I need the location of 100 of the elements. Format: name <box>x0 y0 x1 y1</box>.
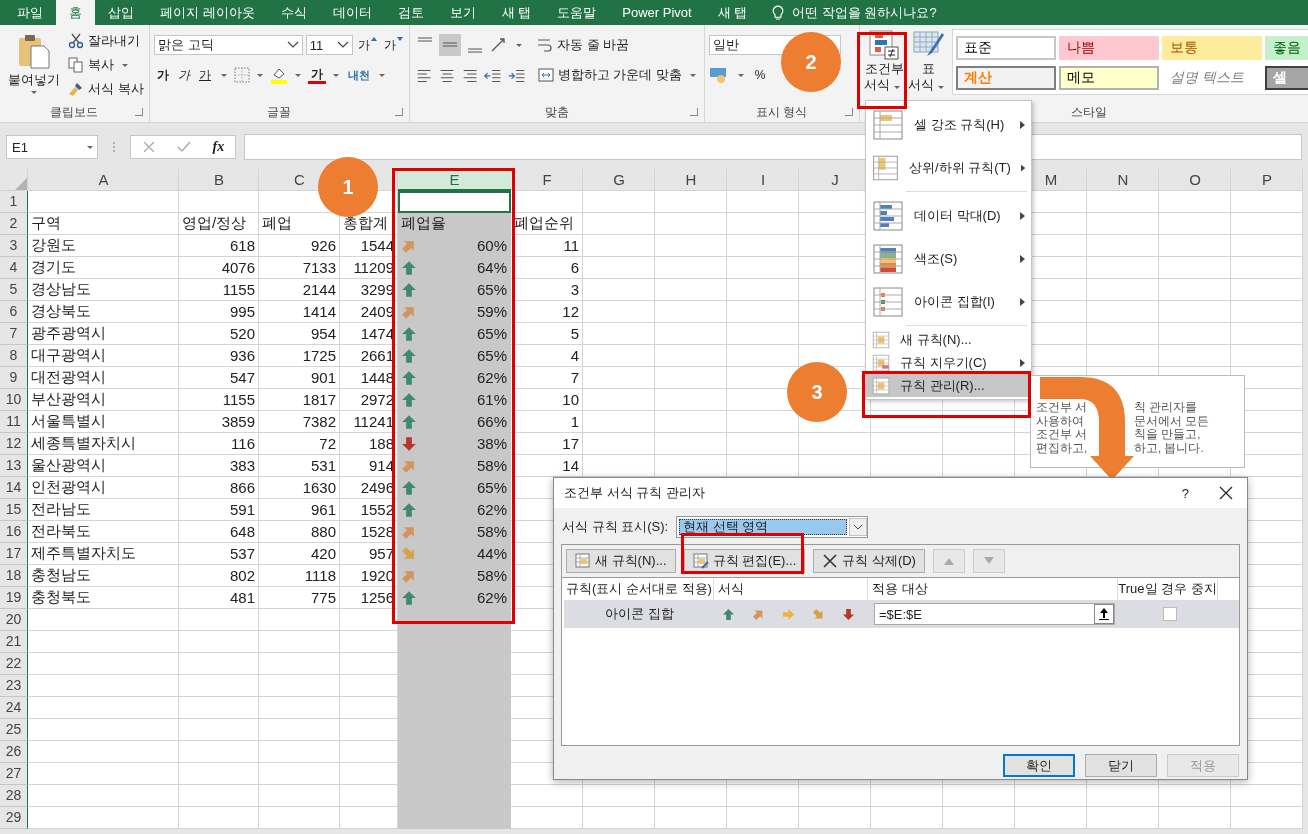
row-header[interactable]: 28 <box>0 785 28 807</box>
fill-color-icon[interactable] <box>270 66 288 84</box>
ribbon-tab[interactable]: 홈 <box>56 0 95 25</box>
row-header[interactable]: 26 <box>0 741 28 763</box>
row-header[interactable]: 13 <box>0 455 28 477</box>
row-header[interactable]: 16 <box>0 521 28 543</box>
menu-item[interactable]: 규칙 지우기(C) <box>866 351 1031 374</box>
toolbar-button[interactable]: 새 규칙(N)... <box>566 549 676 573</box>
dialog-button[interactable]: 닫기 <box>1085 754 1157 777</box>
font-name-dropdown[interactable]: 맑은 고딕 <box>154 35 303 55</box>
help-button[interactable]: ? <box>1181 485 1189 501</box>
menu-item[interactable]: 색조(S) <box>866 237 1031 280</box>
border-icon[interactable] <box>234 67 250 83</box>
column-header[interactable]: F <box>542 171 552 188</box>
ribbon-tab[interactable]: 파일 <box>4 0 56 25</box>
phonetic-button[interactable]: 내천 <box>346 65 372 85</box>
selected-cell[interactable] <box>398 807 511 829</box>
row-header[interactable]: 17 <box>0 543 28 565</box>
tell-me-search[interactable]: 어떤 작업을 원하시나요? <box>792 3 937 22</box>
cell-style-item[interactable]: 좋음 <box>1265 36 1308 60</box>
rule-row[interactable]: 아이콘 집합 =$E:$E <box>564 600 1239 628</box>
dialog-launcher-icon[interactable] <box>395 108 403 116</box>
row-header[interactable]: 10 <box>0 389 28 411</box>
paste-button[interactable]: 붙여넣기 <box>4 29 64 102</box>
column-header[interactable]: A <box>98 171 109 188</box>
checkbox[interactable] <box>1162 607 1177 621</box>
row-header[interactable]: 18 <box>0 565 28 587</box>
close-icon[interactable] <box>1219 486 1233 500</box>
dialog-button[interactable]: 확인 <box>1003 754 1075 777</box>
column-header[interactable]: H <box>685 171 697 188</box>
row-header[interactable]: 12 <box>0 433 28 455</box>
column-header[interactable]: N <box>1117 171 1129 188</box>
row-header[interactable]: 14 <box>0 477 28 499</box>
menu-item[interactable]: 상위/하위 규칙(T) <box>866 146 1031 189</box>
row-header[interactable]: 25 <box>0 719 28 741</box>
insert-function-button[interactable]: fx <box>212 139 225 155</box>
cut-button[interactable]: 잘라내기 <box>68 31 144 51</box>
dialog-launcher-icon[interactable] <box>135 108 143 116</box>
row-header[interactable]: 5 <box>0 279 28 301</box>
cell-style-item[interactable]: 보통 <box>1162 36 1262 60</box>
menu-item[interactable]: 셀 강조 규칙(H) <box>866 103 1031 146</box>
row-header[interactable]: 20 <box>0 609 28 631</box>
ribbon-tab[interactable]: 새 탭 <box>488 0 545 25</box>
row-header[interactable]: 21 <box>0 631 28 653</box>
checkmark-icon[interactable] <box>177 140 192 154</box>
name-box[interactable]: E1 <box>6 135 98 159</box>
active-cell[interactable] <box>398 191 511 213</box>
conditional-formatting-button[interactable]: 조건부 서식 <box>864 29 904 102</box>
ribbon-tab[interactable]: 삽입 <box>95 0 147 25</box>
row-header[interactable]: 7 <box>0 323 28 345</box>
ribbon-tab[interactable]: 수식 <box>267 0 320 25</box>
row-header[interactable]: 6 <box>0 301 28 323</box>
grow-font-button[interactable]: 가 <box>356 35 380 55</box>
column-header[interactable]: G <box>613 171 625 188</box>
cancel-icon[interactable] <box>141 140 156 154</box>
row-header[interactable]: 22 <box>0 653 28 675</box>
italic-button[interactable]: 가 <box>175 65 193 85</box>
column-header[interactable]: O <box>1189 171 1201 188</box>
column-header[interactable]: I <box>760 171 766 188</box>
cell-style-item[interactable]: 나쁨 <box>1059 36 1159 60</box>
show-rules-dropdown[interactable]: 현재 선택 영역 <box>676 516 869 538</box>
row-header[interactable]: 11 <box>0 411 28 433</box>
underline-button[interactable]: 가 <box>196 65 214 85</box>
wrap-text-button[interactable]: 자동 줄 바꿈 <box>537 36 630 54</box>
row-header[interactable]: 15 <box>0 499 28 521</box>
column-header[interactable]: J <box>831 171 839 188</box>
ribbon-tab[interactable]: 도움말 <box>544 0 610 25</box>
row-header[interactable]: 29 <box>0 807 28 829</box>
font-size-dropdown[interactable]: 11 <box>305 35 354 55</box>
menu-item[interactable]: 아이콘 집합(I) <box>866 280 1031 323</box>
cell-style-item[interactable]: 표준 <box>956 36 1056 60</box>
menu-item[interactable]: 데이터 막대(D) <box>866 194 1031 237</box>
dialog-launcher-icon[interactable] <box>690 108 698 116</box>
applies-to-field[interactable]: =$E:$E <box>874 603 1115 625</box>
ribbon-tab[interactable]: 보기 <box>436 0 489 25</box>
cell-style-item[interactable]: 메모 <box>1059 66 1159 90</box>
copy-button[interactable]: 복사 <box>68 55 144 75</box>
ribbon-tab[interactable]: Power Pivot <box>609 0 705 25</box>
vertical-align-icon[interactable] <box>439 34 461 56</box>
toolbar-button[interactable]: 규칙 삭제(D) <box>813 549 925 573</box>
row-header[interactable]: 19 <box>0 587 28 609</box>
row-header[interactable]: 4 <box>0 257 28 279</box>
bold-button[interactable]: 가 <box>154 65 172 85</box>
column-header[interactable]: M <box>1044 171 1058 188</box>
row-header[interactable]: 27 <box>0 763 28 785</box>
format-painter-button[interactable]: 서식 복사 <box>68 79 144 99</box>
collapse-dialog-icon[interactable] <box>1094 604 1114 624</box>
ribbon-tab[interactable]: 데이터 <box>319 0 385 25</box>
shrink-font-button[interactable]: 가 <box>382 35 405 55</box>
font-color-button[interactable]: 가 <box>308 66 326 84</box>
row-header[interactable]: 24 <box>0 697 28 719</box>
menu-item[interactable]: 새 규칙(N)... <box>866 328 1031 351</box>
column-header[interactable]: P <box>1262 171 1272 188</box>
column-header[interactable]: B <box>214 171 224 188</box>
row-header[interactable]: 3 <box>0 235 28 257</box>
ribbon-tab[interactable]: 페이지 레이아웃 <box>147 0 268 25</box>
column-header[interactable]: E <box>398 169 511 191</box>
percent-button[interactable]: % <box>751 65 769 85</box>
row-header[interactable]: 1 <box>0 191 28 213</box>
row-header[interactable]: 23 <box>0 675 28 697</box>
